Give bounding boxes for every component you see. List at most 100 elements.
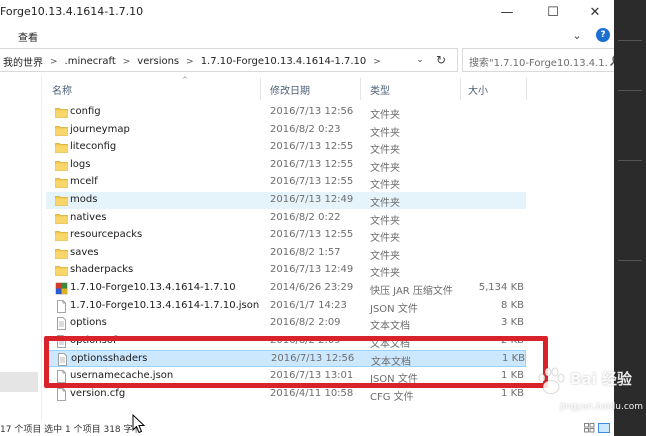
expand-ribbon-button[interactable]: ⌄ — [566, 26, 588, 44]
file-row[interactable]: config 2016/7/13 12:56 文件夹 — [46, 104, 526, 121]
file-row[interactable]: mcelf 2016/7/13 12:55 文件夹 — [46, 174, 526, 191]
watermark-url: jingyan.baidu.com — [560, 402, 644, 412]
file-row[interactable]: liteconfig 2016/7/13 12:55 文件夹 — [46, 139, 526, 156]
breadcrumb: 我的世界 > .minecraft > versions > 1.7.10-Fo… — [0, 54, 385, 69]
file-modified-date: 2016/7/13 12:49 — [270, 194, 354, 205]
breadcrumb-item[interactable]: 我的世界 — [0, 54, 46, 69]
minimize-icon: — — [500, 4, 514, 20]
column-divider[interactable] — [526, 78, 527, 100]
address-bar[interactable]: 我的世界 > .minecraft > versions > 1.7.10-Fo… — [0, 48, 458, 72]
file-modified-date: 2016/8/2 0:23 — [270, 123, 341, 135]
file-type: 文件夹 — [370, 198, 400, 209]
file-type: 文件夹 — [370, 110, 400, 121]
folder-icon — [55, 212, 68, 225]
highlight-box — [44, 336, 548, 388]
file-row[interactable]: shaderpacks 2016/7/13 12:49 文件夹 — [46, 262, 526, 279]
file-modified-date: 2016/7/13 12:56 — [270, 106, 354, 117]
navigation-pane[interactable] — [0, 76, 42, 420]
file-row[interactable]: saves 2016/8/2 1:57 文件夹 — [46, 245, 526, 262]
divider — [618, 260, 642, 261]
file-modified-date: 2016/7/13 12:55 — [270, 229, 354, 241]
column-modified[interactable]: 修改日期 — [270, 82, 310, 97]
file-row[interactable]: 1.7.10-Forge10.13.4.1614-1.7.10.json 2016… — [46, 298, 526, 315]
chevron-right-icon[interactable]: > — [369, 57, 385, 67]
title-bar: Forge10.13.4.1614-1.7.10 — ☐ ✕ — [0, 0, 614, 24]
watermark-brand: Bai 经验 — [570, 370, 632, 388]
refresh-button[interactable]: ↻ — [432, 52, 450, 68]
file-row[interactable]: resourcepacks 2016/7/13 12:55 文件夹 — [46, 227, 526, 244]
file-size: 8 KB — [501, 299, 524, 311]
file-name: liteconfig — [70, 141, 117, 153]
folder-icon — [55, 141, 68, 154]
column-name[interactable]: 名称 — [52, 82, 72, 97]
column-divider[interactable] — [360, 78, 361, 100]
file-name: version.cfg — [70, 387, 126, 399]
file-row[interactable]: natives 2016/8/2 0:22 文件夹 — [46, 210, 526, 227]
file-row[interactable]: logs 2016/7/13 12:55 文件夹 — [46, 157, 526, 174]
paw-logo-icon — [538, 367, 565, 394]
file-name: resourcepacks — [70, 229, 143, 241]
breadcrumb-item[interactable]: 1.7.10-Forge10.13.4.1614-1.7.10 — [198, 56, 370, 67]
divider — [618, 160, 642, 161]
file-size: 5,134 KB — [478, 282, 524, 293]
file-type: 文件夹 — [370, 127, 400, 139]
file-modified-date: 2014/6/26 23:29 — [270, 282, 354, 293]
help-button[interactable]: ? — [596, 28, 610, 42]
file-name: options — [70, 317, 107, 329]
chevron-right-icon[interactable]: > — [182, 57, 198, 67]
tab-view[interactable]: 查看 — [18, 29, 38, 44]
maximize-icon: ☐ — [547, 4, 559, 20]
file-modified-date: 2016/1/7 14:23 — [270, 299, 347, 311]
chevron-down-icon: ⌄ — [416, 55, 424, 65]
refresh-icon: ↻ — [435, 53, 447, 67]
file-row[interactable]: journeymap 2016/8/2 0:23 文件夹 — [46, 122, 526, 139]
file-type: 文件夹 — [370, 215, 400, 227]
column-size[interactable]: 大小 — [468, 82, 488, 97]
sort-indicator-icon: ^ — [182, 76, 188, 84]
file-type: 文件夹 — [370, 250, 400, 262]
file-icon — [55, 299, 68, 313]
folder-icon — [55, 229, 68, 242]
window-title: Forge10.13.4.1614-1.7.10 — [0, 5, 144, 18]
file-name: 1.7.10-Forge10.13.4.1614-1.7.10 — [70, 282, 236, 293]
address-history-button[interactable]: ⌄ — [412, 52, 428, 68]
column-type[interactable]: 类型 — [370, 82, 390, 97]
breadcrumb-item[interactable]: versions — [134, 56, 182, 67]
file-modified-date: 2016/7/13 12:49 — [270, 264, 354, 276]
search-input[interactable]: 搜索"1.7.10-Forge10.13.4.1... — [462, 48, 628, 72]
text-file-icon — [55, 317, 68, 331]
file-row[interactable]: mods 2016/7/13 12:49 文件夹 — [46, 192, 526, 209]
file-row[interactable]: options 2016/8/2 2:09 文本文档 3 KB — [46, 315, 526, 332]
chevron-down-icon: ⌄ — [572, 28, 582, 42]
help-icon: ? — [600, 30, 606, 40]
jar-file-icon — [55, 282, 68, 295]
file-row[interactable]: version.cfg 2016/4/11 10:58 CFG 文件 1 KB — [46, 386, 526, 403]
nav-selected-item[interactable] — [0, 372, 38, 392]
column-headers: ^ 名称 修改日期 类型 大小 — [42, 76, 614, 102]
folder-icon — [55, 247, 68, 260]
folder-icon — [55, 106, 68, 119]
divider — [618, 90, 642, 91]
maximize-button[interactable]: ☐ — [530, 0, 576, 24]
column-divider[interactable] — [460, 78, 461, 100]
file-size: 1 KB — [501, 387, 524, 399]
file-name: mcelf — [70, 176, 98, 188]
close-button[interactable]: ✕ — [576, 0, 614, 24]
chevron-right-icon[interactable]: > — [119, 57, 135, 67]
file-type: 文件夹 — [370, 162, 400, 174]
file-size: 3 KB — [501, 317, 524, 329]
search-placeholder: 搜索"1.7.10-Forge10.13.4.1... — [469, 58, 607, 69]
minimize-button[interactable]: — — [484, 0, 530, 24]
file-row[interactable]: 1.7.10-Forge10.13.4.1614-1.7.10 2014/6/26… — [46, 280, 526, 297]
file-name: shaderpacks — [70, 264, 134, 276]
chevron-right-icon[interactable]: > — [46, 57, 62, 67]
column-divider[interactable] — [260, 78, 261, 100]
folder-icon — [55, 264, 68, 277]
status-text: 17 个项目 选中 1 个项目 318 字节 — [0, 425, 142, 435]
file-modified-date: 2016/4/11 10:58 — [270, 387, 354, 399]
file-name: journeymap — [70, 123, 130, 135]
file-modified-date: 2016/7/13 12:55 — [270, 158, 354, 170]
breadcrumb-item[interactable]: .minecraft — [62, 56, 119, 67]
watermark: Bai 经验 jingyan.baidu.com — [532, 364, 644, 434]
folder-icon — [55, 124, 68, 137]
